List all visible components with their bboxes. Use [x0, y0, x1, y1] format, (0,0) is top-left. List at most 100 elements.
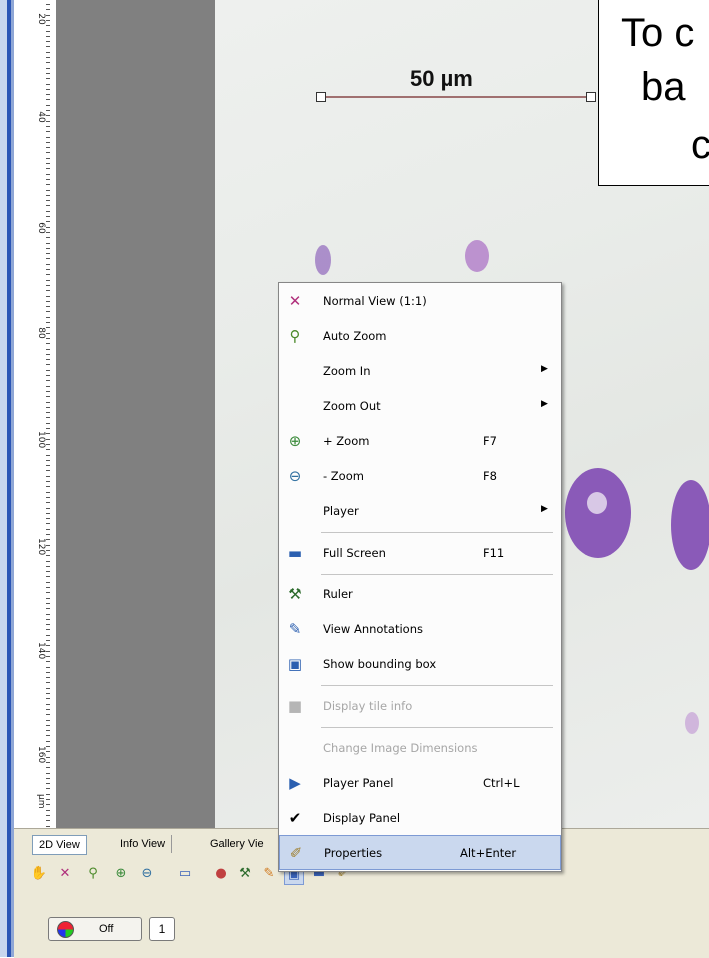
- ruler-tick: [46, 147, 50, 149]
- ruler-tick: [46, 613, 50, 615]
- zoom-minus-icon: ⊖: [288, 467, 302, 485]
- ruler-tick: [46, 655, 50, 657]
- ruler-tick: [46, 825, 50, 827]
- ruler-tick: [46, 311, 50, 313]
- ruler-icon[interactable]: ⚒: [236, 865, 254, 883]
- ruler-label: 20: [36, 13, 46, 25]
- menu-item-normal-view[interactable]: ✕ Normal View (1:1): [279, 284, 561, 319]
- ruler-label: 120: [36, 538, 46, 556]
- scale-bar-handle[interactable]: [316, 92, 326, 102]
- menu-item-zoom-out[interactable]: Zoom Out ▶: [279, 389, 561, 424]
- ruler-tick: [46, 396, 50, 398]
- auto-zoom-icon[interactable]: ⚲: [84, 865, 102, 883]
- ruler-tick: [46, 820, 50, 822]
- ruler-tick: [46, 629, 50, 631]
- tab-2d-view[interactable]: 2D View: [32, 835, 87, 855]
- menu-item-properties[interactable]: ✐ Properties Alt+Enter: [279, 835, 561, 870]
- menu-item-bounding-box[interactable]: ▣ Show bounding box: [279, 647, 561, 682]
- bounding-box-icon: ▣: [287, 655, 303, 673]
- ruler-tick: [46, 581, 50, 583]
- menu-item-zoom-in[interactable]: Zoom In ▶: [279, 354, 561, 389]
- ruler-tick: [46, 184, 50, 186]
- cell-center: [587, 492, 607, 514]
- scale-bar-handle[interactable]: [586, 92, 596, 102]
- ruler-tick: [46, 290, 50, 292]
- ruler-tick: [46, 475, 50, 477]
- ruler-tick: [46, 449, 50, 451]
- ruler-tick: [46, 634, 50, 636]
- ruler-tick: [46, 502, 50, 504]
- ruler-tick: [46, 682, 50, 684]
- player-icon[interactable]: ●: [212, 865, 230, 883]
- color-toggle-button[interactable]: Off: [48, 917, 142, 941]
- window-left-border: [0, 0, 14, 957]
- ruler-tick: [46, 788, 50, 790]
- normal-view-icon[interactable]: ✕: [56, 865, 74, 883]
- ruler-label: 160: [36, 746, 46, 764]
- ruler-tick: [46, 512, 50, 514]
- ruler-label: 80: [36, 327, 46, 339]
- ruler-tick: [46, 571, 50, 573]
- ruler-tick: [46, 385, 50, 387]
- channel-field[interactable]: 1: [149, 917, 175, 941]
- zoom-minus-icon[interactable]: ⊖: [138, 865, 156, 883]
- tab-info-view[interactable]: Info View: [114, 835, 173, 853]
- menu-item-zoom-minus[interactable]: ⊖ - Zoom F8: [279, 459, 561, 494]
- ruler-tick: [46, 767, 50, 769]
- selection-icon[interactable]: ▭: [176, 865, 194, 883]
- ruler-tick: [46, 459, 50, 461]
- ruler-tick: [46, 507, 50, 509]
- ruler-tick: [46, 41, 50, 43]
- tile-info-icon: ■: [287, 697, 303, 715]
- annotations-icon[interactable]: ✎: [260, 865, 278, 883]
- ruler-tick: [46, 194, 50, 196]
- ruler-tick: [46, 735, 50, 737]
- ruler-tick: [46, 72, 50, 74]
- normal-view-icon: ✕: [288, 292, 302, 310]
- ruler-tick: [46, 210, 50, 212]
- zoom-plus-icon[interactable]: ⊕: [112, 865, 130, 883]
- ruler-tick: [46, 687, 50, 689]
- image-margin: [56, 0, 215, 828]
- menu-item-auto-zoom[interactable]: ⚲ Auto Zoom: [279, 319, 561, 354]
- ruler-tick: [46, 703, 50, 705]
- ruler-tick: [46, 602, 50, 604]
- hand-icon[interactable]: ✋: [30, 865, 48, 883]
- ruler-tick: [46, 650, 50, 652]
- annotations-icon: ✎: [288, 620, 302, 638]
- menu-item-view-annotations[interactable]: ✎ View Annotations: [279, 612, 561, 647]
- cell-blob: [315, 245, 331, 275]
- ruler-tick: [46, 306, 50, 308]
- ruler-tick: [46, 597, 50, 599]
- ruler-tick: [46, 671, 50, 673]
- ruler-tick: [46, 470, 50, 472]
- menu-item-player[interactable]: Player ▶: [279, 494, 561, 529]
- menu-item-zoom-plus[interactable]: ⊕ + Zoom F7: [279, 424, 561, 459]
- ruler-tick: [46, 380, 50, 382]
- ruler-tick: [46, 454, 50, 456]
- ruler-tick: [46, 253, 50, 255]
- ruler-tick: [46, 19, 50, 21]
- ruler-tick: [46, 120, 50, 122]
- ruler-tick: [46, 263, 50, 265]
- ruler-tick: [46, 417, 50, 419]
- ruler-tick: [46, 274, 50, 276]
- cell-blob: [685, 712, 699, 734]
- ruler-tick: [46, 814, 50, 816]
- ruler-tick: [46, 9, 50, 11]
- menu-item-player-panel[interactable]: ▶ Player Panel Ctrl+L: [279, 766, 561, 801]
- ruler-tick: [46, 740, 50, 742]
- tab-gallery-view[interactable]: Gallery Vie: [204, 835, 270, 853]
- ruler-tick: [46, 560, 50, 562]
- ruler-tick: [46, 115, 50, 117]
- ruler-tick: [46, 104, 50, 106]
- ruler-tick: [46, 576, 50, 578]
- menu-item-display-panel[interactable]: ✔ Display Panel: [279, 801, 561, 836]
- ruler-tick: [46, 83, 50, 85]
- menu-separator: [321, 532, 553, 533]
- ruler-tick: [46, 804, 50, 806]
- ruler-tick: [46, 496, 50, 498]
- menu-item-full-screen[interactable]: ▬ Full Screen F11: [279, 536, 561, 571]
- ruler-tick: [46, 549, 50, 551]
- menu-item-ruler[interactable]: ⚒ Ruler: [279, 577, 561, 612]
